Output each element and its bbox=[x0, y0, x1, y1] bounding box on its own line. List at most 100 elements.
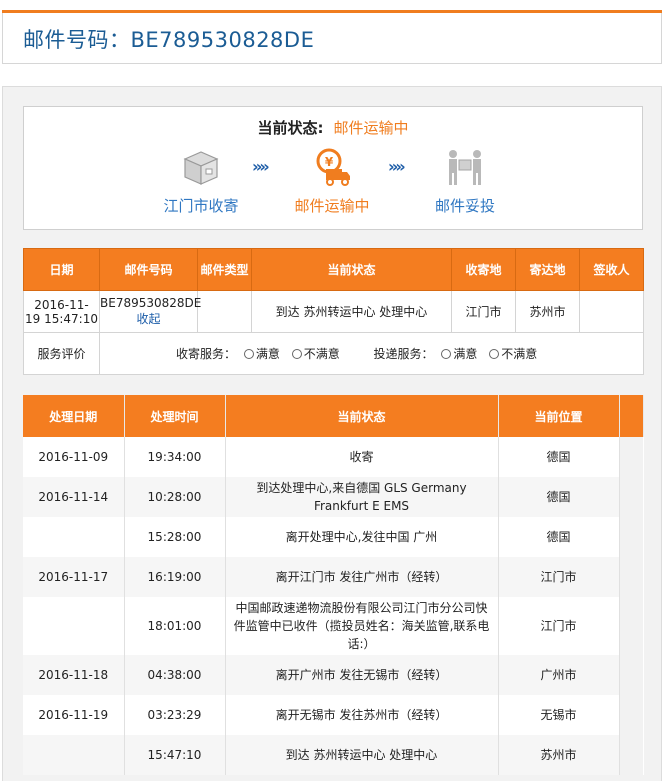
cell-date bbox=[23, 735, 125, 775]
summary-status: 到达 苏州转运中心 处理中心 bbox=[251, 290, 452, 333]
col-current-location: 当前位置 bbox=[498, 395, 620, 437]
row-spacer bbox=[619, 695, 643, 735]
col-process-date: 处理日期 bbox=[23, 395, 125, 437]
cell-status: 收寄 bbox=[225, 437, 499, 477]
row-spacer bbox=[619, 517, 643, 557]
collect-service-label: 收寄服务： bbox=[176, 347, 237, 361]
row-spacer bbox=[619, 655, 643, 695]
evaluation-row: 服务评价 收寄服务： 满意 不满意 投递服务： 满意 不满意 bbox=[23, 332, 644, 375]
cell-status: 离开广州市 发往无锡市（经转） bbox=[225, 655, 499, 695]
table-row: 2016-11-19 03:23:29 离开无锡市 发往苏州市（经转） 无锡市 bbox=[23, 695, 643, 735]
cell-date: 2016-11-09 bbox=[23, 437, 125, 477]
cell-location: 江门市 bbox=[498, 597, 620, 655]
cell-status: 离开江门市 发往广州市（经转） bbox=[225, 557, 499, 597]
radio-icon[interactable] bbox=[489, 349, 500, 359]
cell-location: 广州市 bbox=[498, 655, 620, 695]
row-spacer bbox=[619, 477, 643, 517]
col-type: 邮件类型 bbox=[197, 248, 252, 291]
delivery-truck-icon: ¥ bbox=[312, 147, 352, 187]
cell-time: 15:28:00 bbox=[124, 517, 226, 557]
step-in-transit-label: 邮件运输中 bbox=[294, 197, 370, 215]
cell-status: 中国邮政速递物流股份有限公司江门市分公司快件监管中已收件（揽投员姓名：海关监管,… bbox=[225, 597, 499, 655]
cell-status: 到达处理中心,来自德国 GLS Germany Frankfurt E EMS bbox=[225, 477, 499, 517]
tracking-table: 处理日期 处理时间 当前状态 当前位置 2016-11-09 19:34:00 收寄… bbox=[23, 395, 644, 775]
step-in-transit: ¥ 邮件运输中 bbox=[262, 147, 402, 216]
col-signer: 签收人 bbox=[579, 248, 644, 291]
cell-date: 2016-11-17 bbox=[23, 557, 125, 597]
deliver-service-label: 投递服务： bbox=[373, 347, 434, 361]
status-box: 当前状态: 邮件运输中 江门市收寄 »» ¥ 邮件运输中 »» 邮件妥投 bbox=[23, 106, 643, 230]
col-destination: 寄达地 bbox=[515, 248, 580, 291]
col-origin: 收寄地 bbox=[451, 248, 516, 291]
collect-satisfied-option[interactable]: 满意 bbox=[243, 347, 284, 361]
header-spacer bbox=[619, 395, 644, 437]
cell-date bbox=[23, 517, 125, 557]
cell-date: 2016-11-19 bbox=[23, 695, 125, 735]
collapse-link[interactable]: 收起 bbox=[100, 310, 197, 327]
row-spacer bbox=[619, 557, 643, 597]
cell-date: 2016-11-18 bbox=[23, 655, 125, 695]
step-collected-label: 江门市收寄 bbox=[163, 197, 239, 215]
col-date: 日期 bbox=[23, 248, 100, 291]
cell-time: 19:34:00 bbox=[124, 437, 226, 477]
deliver-unsatisfied-option[interactable]: 不满意 bbox=[489, 347, 541, 361]
table-row: 2016-11-14 10:28:00 到达处理中心,来自德国 GLS German… bbox=[23, 477, 643, 517]
summary-origin: 江门市 bbox=[451, 290, 516, 333]
collect-unsatisfied-option[interactable]: 不满意 bbox=[291, 347, 344, 361]
radio-icon[interactable] bbox=[291, 349, 302, 359]
cell-status: 离开处理中心,发往中国 广州 bbox=[225, 517, 499, 557]
deliver-satisfied-option[interactable]: 满意 bbox=[441, 347, 481, 361]
evaluation-label: 服务评价 bbox=[23, 332, 100, 375]
tracking-header-row: 处理日期 处理时间 当前状态 当前位置 bbox=[23, 395, 644, 437]
cell-date bbox=[23, 597, 125, 655]
cell-location: 德国 bbox=[498, 517, 620, 557]
cell-time: 16:19:00 bbox=[124, 557, 226, 597]
table-row: 2016-11-18 04:38:00 离开广州市 发往无锡市（经转） 广州市 bbox=[23, 655, 643, 695]
cell-location: 苏州市 bbox=[498, 735, 620, 775]
summary-type bbox=[197, 290, 252, 333]
summary-header-row: 日期 邮件号码 邮件类型 当前状态 收寄地 寄达地 签收人 bbox=[23, 248, 644, 291]
page-title: 邮件号码：BE789530828DE bbox=[23, 28, 315, 52]
col-current-status: 当前状态 bbox=[225, 395, 499, 437]
table-row: 15:47:10 到达 苏州转运中心 处理中心 苏州市 bbox=[23, 735, 643, 775]
row-spacer bbox=[619, 437, 643, 477]
cell-time: 03:23:29 bbox=[124, 695, 226, 735]
table-row: 15:28:00 离开处理中心,发往中国 广州 德国 bbox=[23, 517, 643, 557]
summary-signer bbox=[579, 290, 644, 333]
title-box: 邮件号码：BE789530828DE bbox=[2, 13, 662, 64]
summary-destination: 苏州市 bbox=[515, 290, 580, 333]
summary-row: 2016-11- 19 15:47:10 BE789530828DE 收起 到达 苏… bbox=[23, 290, 644, 333]
table-row: 2016-11-09 19:34:00 收寄 德国 bbox=[23, 437, 643, 477]
table-row: 2016-11-17 16:19:00 离开江门市 发往广州市（经转） 江门市 bbox=[23, 557, 643, 597]
cell-status: 到达 苏州转运中心 处理中心 bbox=[225, 735, 499, 775]
cell-location: 德国 bbox=[498, 437, 620, 477]
tracking-body: 2016-11-09 19:34:00 收寄 德国 2016-11-14 10:28:00… bbox=[23, 437, 643, 775]
col-process-time: 处理时间 bbox=[124, 395, 226, 437]
cell-time: 15:47:10 bbox=[124, 735, 226, 775]
radio-icon[interactable] bbox=[243, 349, 254, 359]
cell-date: 2016-11-14 bbox=[23, 477, 125, 517]
summary-date: 2016-11- 19 15:47:10 bbox=[23, 290, 100, 333]
current-status-line: 当前状态: 邮件运输中 bbox=[24, 117, 642, 138]
cell-status: 离开无锡市 发往苏州市（经转） bbox=[225, 695, 499, 735]
step-delivered: 邮件妥投 bbox=[395, 147, 535, 216]
row-spacer bbox=[619, 597, 643, 655]
evaluation-options: 收寄服务： 满意 不满意 投递服务： 满意 不满意 bbox=[99, 332, 644, 375]
table-row: 18:01:00 中国邮政速递物流股份有限公司江门市分公司快件监管中已收件（揽投员… bbox=[23, 597, 643, 655]
cell-location: 无锡市 bbox=[498, 695, 620, 735]
col-number: 邮件号码 bbox=[99, 248, 198, 291]
status-label: 当前状态: bbox=[257, 119, 324, 137]
row-spacer bbox=[619, 735, 643, 775]
cell-time: 04:38:00 bbox=[124, 655, 226, 695]
step-collected: 江门市收寄 bbox=[131, 147, 271, 216]
cell-time: 18:01:00 bbox=[124, 597, 226, 655]
col-status: 当前状态 bbox=[251, 248, 452, 291]
svg-text:¥: ¥ bbox=[325, 155, 334, 169]
step-delivered-label: 邮件妥投 bbox=[434, 197, 495, 215]
cell-location: 江门市 bbox=[498, 557, 620, 597]
cell-location: 德国 bbox=[498, 477, 620, 517]
handover-icon bbox=[445, 147, 485, 187]
summary-table: 日期 邮件号码 邮件类型 当前状态 收寄地 寄达地 签收人 2016-11- 19… bbox=[23, 248, 644, 375]
radio-icon[interactable] bbox=[441, 349, 452, 359]
cell-time: 10:28:00 bbox=[124, 477, 226, 517]
